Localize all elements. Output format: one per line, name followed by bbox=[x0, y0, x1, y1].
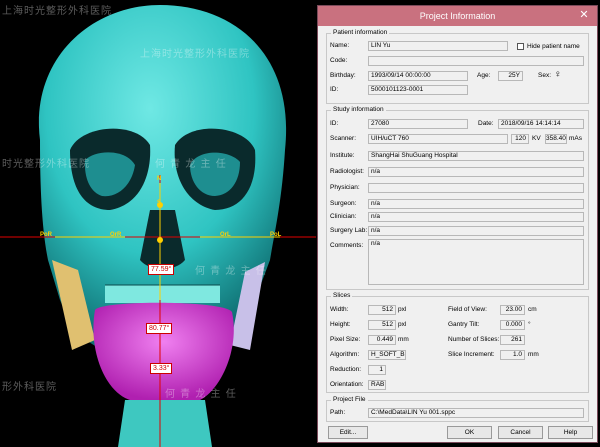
angle-measure: 3.33° bbox=[150, 363, 173, 374]
clinician-field[interactable]: n/a bbox=[368, 212, 584, 222]
help-button[interactable]: Help bbox=[548, 426, 593, 439]
mas-field[interactable]: 358.40 bbox=[545, 134, 567, 144]
close-icon[interactable]: ✕ bbox=[577, 9, 591, 22]
date-label: Date: bbox=[478, 120, 494, 127]
fov-unit: cm bbox=[528, 306, 537, 313]
width-unit: pxl bbox=[398, 306, 407, 313]
institute-field[interactable]: ShangHai ShuGuang Hospital bbox=[368, 151, 584, 161]
reduction-label: Reduction: bbox=[330, 366, 362, 373]
code-label: Code: bbox=[330, 57, 348, 64]
3d-viewport[interactable]: 上海时光整形外科医院 上海时光整形外科医院 何 青 龙 主 任 时光整形外科医院… bbox=[0, 0, 316, 447]
fov-label: Field of View: bbox=[448, 306, 487, 313]
slice-increment-label: Slice Increment: bbox=[448, 351, 495, 358]
watermark: 时光整形外科医院 bbox=[2, 159, 90, 170]
watermark: 何 青 龙 主 任 bbox=[195, 266, 267, 277]
comments-label: Comments: bbox=[330, 242, 364, 249]
landmark-label: PoR bbox=[40, 232, 52, 238]
width-label: Width: bbox=[330, 306, 349, 313]
num-slices-field[interactable]: 261 bbox=[500, 335, 525, 345]
landmark-label: OrR bbox=[110, 232, 122, 238]
scanner-field[interactable]: UIH/uCT 760 bbox=[368, 134, 508, 144]
group-title: Patient information bbox=[331, 29, 390, 36]
watermark: 形外科医院 bbox=[2, 382, 57, 393]
angle-measure: 80.77° bbox=[146, 323, 173, 334]
angle-measure: 77.59° bbox=[148, 264, 175, 275]
study-id-label: ID: bbox=[330, 120, 339, 127]
surgery-lab-field[interactable]: n/a bbox=[368, 226, 584, 236]
watermark: 上海时光整形外科医院 bbox=[2, 6, 112, 17]
height-label: Height: bbox=[330, 321, 351, 328]
project-information-dialog: Project Information ✕ Patient informatio… bbox=[317, 5, 598, 443]
name-label: Name: bbox=[330, 42, 350, 49]
watermark: 上海时光整形外科医院 bbox=[140, 49, 250, 60]
height-field[interactable]: 512 bbox=[368, 320, 396, 330]
cancel-button[interactable]: Cancel bbox=[498, 426, 543, 439]
dialog-titlebar[interactable]: Project Information ✕ bbox=[318, 6, 597, 26]
path-field[interactable]: C:\MedData\LIN Yu 001.sppc bbox=[368, 408, 584, 418]
reduction-field[interactable]: 1 bbox=[368, 365, 386, 375]
physician-field[interactable] bbox=[368, 183, 584, 193]
patient-id-field[interactable]: 5000101123-0001 bbox=[368, 85, 468, 95]
age-field[interactable]: 25Y bbox=[498, 71, 523, 81]
width-field[interactable]: 512 bbox=[368, 305, 396, 315]
clinician-label: Clinician: bbox=[330, 213, 357, 220]
landmark-label: PoL bbox=[270, 232, 282, 238]
height-unit: pxl bbox=[398, 321, 407, 328]
surgeon-field[interactable]: n/a bbox=[368, 199, 584, 209]
dialog-title: Project Information bbox=[419, 11, 496, 21]
date-field[interactable]: 2018/09/16 14:14:14 bbox=[498, 119, 584, 129]
edit-button[interactable]: Edit... bbox=[328, 426, 368, 439]
hide-name-label: Hide patient name bbox=[527, 43, 580, 50]
num-slices-label: Number of Slices: bbox=[448, 336, 500, 343]
name-field[interactable]: LIN Yu bbox=[368, 41, 508, 51]
patient-id-label: ID: bbox=[330, 86, 339, 93]
group-title: Project File bbox=[331, 396, 368, 403]
pixel-size-unit: mm bbox=[398, 336, 409, 343]
scanner-label: Scanner: bbox=[330, 135, 357, 142]
fov-field[interactable]: 23.00 bbox=[500, 305, 525, 315]
slice-increment-unit: mm bbox=[528, 351, 539, 358]
physician-label: Physician: bbox=[330, 184, 360, 191]
hide-name-checkbox[interactable] bbox=[517, 43, 524, 50]
slice-increment-field[interactable]: 1.0 bbox=[500, 350, 525, 360]
watermark: 何 青 龙 主 任 bbox=[155, 159, 227, 170]
pixel-size-label: Pixel Size: bbox=[330, 336, 361, 343]
algorithm-label: Algorithm: bbox=[330, 351, 360, 358]
gantry-tilt-label: Gantry Tilt: bbox=[448, 321, 480, 328]
kv-field[interactable]: 120 bbox=[511, 134, 529, 144]
pixel-size-field[interactable]: 0.449 bbox=[368, 335, 396, 345]
kv-unit: KV bbox=[532, 135, 541, 142]
birthday-label: Birthday: bbox=[330, 72, 356, 79]
surgery-lab-label: Surgery Lab: bbox=[330, 227, 368, 234]
group-title: Slices bbox=[331, 292, 353, 299]
landmark-label: OrL bbox=[220, 232, 231, 238]
mas-unit: mAs bbox=[569, 135, 582, 142]
comments-field[interactable]: n/a bbox=[368, 239, 584, 285]
orientation-field[interactable]: RAB bbox=[368, 380, 386, 390]
radiologist-field[interactable]: n/a bbox=[368, 167, 584, 177]
sex-label: Sex: bbox=[538, 72, 552, 79]
landmark-label: S bbox=[157, 200, 162, 206]
age-label: Age: bbox=[477, 72, 491, 79]
path-label: Path: bbox=[330, 409, 346, 416]
ok-button[interactable]: OK bbox=[447, 426, 492, 439]
algorithm-field[interactable]: H_SOFT_B bbox=[368, 350, 406, 360]
gantry-tilt-unit: ° bbox=[528, 321, 531, 328]
landmark-label: N bbox=[157, 176, 162, 182]
group-title: Study information bbox=[331, 106, 386, 113]
gantry-tilt-field[interactable]: 0.000 bbox=[500, 320, 525, 330]
institute-label: Institute: bbox=[330, 152, 355, 159]
code-field[interactable] bbox=[368, 56, 584, 66]
surgeon-label: Surgeon: bbox=[330, 200, 357, 207]
study-id-field[interactable]: 27080 bbox=[368, 119, 468, 129]
female-icon: ♀ bbox=[554, 69, 562, 80]
orientation-label: Orientation: bbox=[330, 381, 364, 388]
radiologist-label: Radiologist: bbox=[330, 168, 364, 175]
watermark: 何 青 龙 主 任 bbox=[165, 389, 237, 400]
birthday-field[interactable]: 1993/09/14 00:00:00 bbox=[368, 71, 468, 81]
